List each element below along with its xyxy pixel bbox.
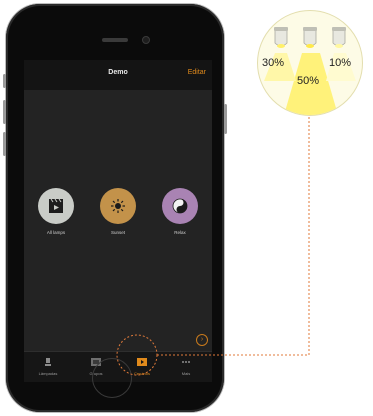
scene-relax-button[interactable] [162,188,198,224]
lamp-right-icon [332,27,346,48]
scene-all-lamps-button[interactable] [38,188,74,224]
scene-sunset-button[interactable] [100,188,136,224]
navigation-bar: Demo Editar [24,60,212,90]
scene-all-lamps-label: All lamps [46,230,66,235]
tab-more-label: Mais [181,371,191,376]
lamp-icon [45,358,51,366]
power-button [224,104,227,134]
yin-yang-icon [172,198,188,214]
lamp-left-icon [274,27,288,48]
app-screen: Demo Editar All lamps Sunset Relax › Lâm… [24,60,212,382]
tab-lamps[interactable]: Lâmpadas [28,352,68,382]
tab-lamps-label: Lâmpadas [38,371,58,376]
scene-relax-label: Relax [174,230,186,235]
phone-frame: Demo Editar All lamps Sunset Relax › Lâm… [3,4,227,412]
earpiece-speaker [102,38,128,42]
front-camera [142,36,150,44]
lamp-right-percent: 10% [329,57,352,69]
edit-button[interactable]: Editar [188,69,206,76]
page-title: Demo [108,69,128,76]
scene-sunset-label: Sunset [110,230,125,235]
lamp-levels-callout: 30% 50% 10% [257,10,363,116]
silent-switch [3,74,6,88]
tab-more[interactable]: Mais [166,352,206,382]
lamp-center-percent: 50% [297,75,320,87]
scenes-icon [137,358,147,366]
home-button[interactable] [92,358,132,398]
volume-down-button [3,132,6,156]
volume-up-button [3,100,6,124]
more-icon [182,361,190,363]
lamp-center-icon [303,27,317,48]
clapper-icon [49,198,63,213]
sun-icon [111,199,125,213]
lamp-left-percent: 30% [262,57,285,69]
add-scene-button[interactable]: › [196,334,208,346]
